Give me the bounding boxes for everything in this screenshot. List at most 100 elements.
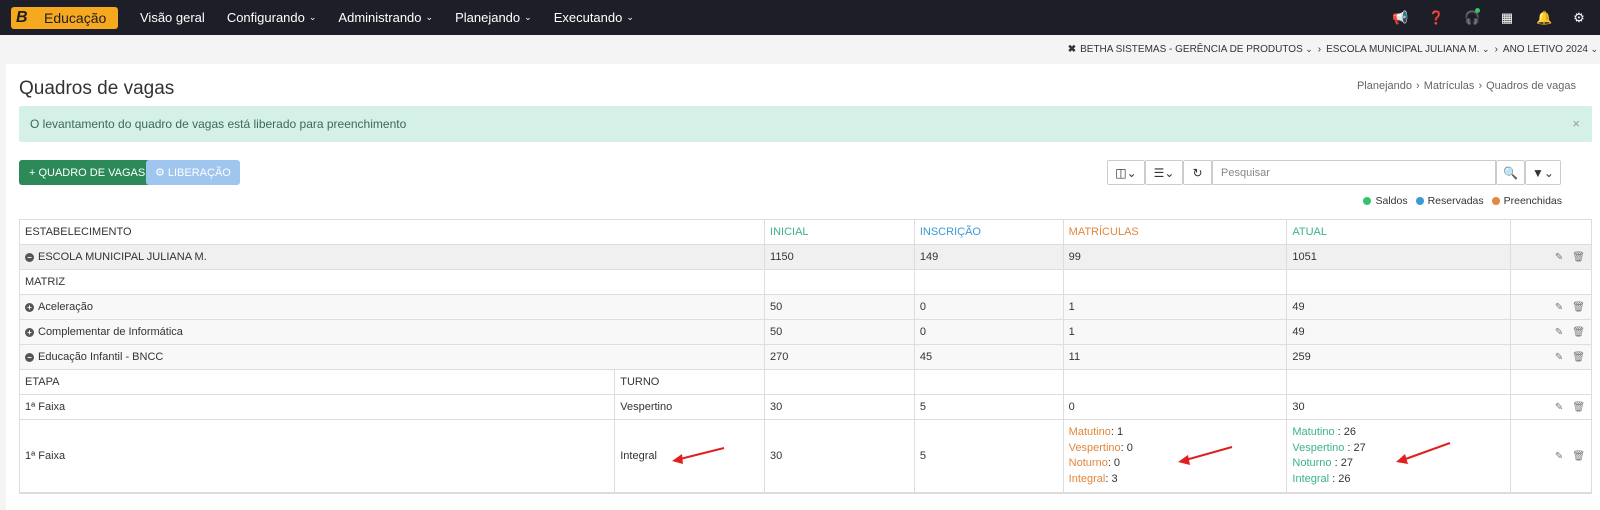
expand-icon[interactable]: + [25, 327, 34, 337]
table-row[interactable]: + Complementar de Informática 50 0 1 49 ✎… [20, 320, 1591, 345]
table-row-matriz-header: MATRIZ [20, 270, 1591, 295]
list-options-button[interactable]: ☰⌄ [1145, 160, 1183, 185]
trash-icon[interactable]: 🗑 [1572, 302, 1585, 313]
trash-icon[interactable]: 🗑 [1572, 352, 1585, 363]
cell-matriculas: 99 [1064, 245, 1288, 269]
context-entity[interactable]: BETHA SISTEMAS - GERÊNCIA DE PRODUTOS [1080, 44, 1303, 55]
context-bar: ✖ BETHA SISTEMAS - GERÊNCIA DE PRODUTOS … [0, 35, 1600, 63]
nav-planejando[interactable]: Planejando ⌄ [455, 10, 532, 25]
chevron-down-icon: ⌄ [308, 12, 317, 22]
search-button[interactable]: 🔍 [1496, 160, 1525, 185]
context-year[interactable]: ANO LETIVO 2024 [1503, 44, 1588, 55]
logo-letter: B [16, 8, 28, 26]
refresh-icon: ↻ [1192, 165, 1203, 180]
table-row[interactable]: + Aceleração 50 0 1 49 ✎ 🗑 [20, 295, 1591, 320]
shift-label: Integral [1068, 472, 1106, 485]
legend-dot-saldos [1363, 197, 1372, 205]
row-actions: ✎ 🗑 [1511, 420, 1591, 492]
expand-icon[interactable]: + [25, 302, 34, 312]
empty-cell [1511, 270, 1591, 294]
edit-icon[interactable]: ✎ [1555, 451, 1563, 462]
close-icon[interactable]: × [1572, 116, 1580, 131]
trash-icon[interactable]: 🗑 [1572, 327, 1585, 338]
separator-icon: › [1478, 80, 1483, 92]
shift-label: Vespertino [1292, 441, 1345, 454]
search-icon: 🔍 [1503, 165, 1518, 180]
context-school[interactable]: ESCOLA MUNICIPAL JULIANA M. [1326, 44, 1479, 55]
add-quadro-button[interactable]: + QUADRO DE VAGAS [19, 160, 156, 185]
trash-icon[interactable]: 🗑 [1572, 451, 1585, 462]
table-row[interactable]: − Educação Infantil - BNCC 270 45 11 259 … [20, 345, 1591, 370]
shift-value: : 3 [1105, 472, 1118, 485]
cell-matriculas: 11 [1064, 345, 1288, 369]
table-row-school[interactable]: − ESCOLA MUNICIPAL JULIANA M. 1150 149 99… [20, 245, 1591, 270]
breakdown-line: Vespertino: 0 [1069, 441, 1133, 457]
empty-cell [915, 370, 1064, 394]
apps-icon[interactable]: ▦ [1500, 10, 1514, 26]
columns-toggle-button[interactable]: ◫⌄ [1107, 160, 1145, 185]
app-logo[interactable]: B Educação [11, 6, 118, 29]
plus-icon: + [29, 166, 36, 179]
shift-value: : 26 [1334, 426, 1356, 438]
header-atual[interactable]: ATUAL [1287, 220, 1512, 244]
header-inscricao[interactable]: INSCRIÇÃO [915, 220, 1064, 244]
matriz-cell: + Aceleração [20, 295, 766, 319]
matriz-cell: − Educação Infantil - BNCC [20, 345, 766, 369]
table-row[interactable]: 1ª Faixa Vespertino 30 5 0 30 ✎ 🗑 [20, 395, 1591, 420]
button-label: QUADRO DE VAGAS [38, 166, 146, 179]
school-cell: − ESCOLA MUNICIPAL JULIANA M. [20, 245, 766, 269]
headset-icon[interactable]: 🎧 [1464, 7, 1480, 26]
header-estabelecimento[interactable]: ESTABELECIMENTO [20, 220, 766, 244]
search-input[interactable] [1212, 160, 1496, 185]
help-icon[interactable]: ❓ [1428, 10, 1444, 26]
columns-icon: ◫⌄ [1115, 165, 1137, 180]
megaphone-icon[interactable]: 📢 [1392, 10, 1408, 26]
nav-visao-geral[interactable]: Visão geral [140, 10, 205, 25]
shift-value: : 1 [1110, 426, 1124, 438]
edit-icon[interactable]: ✎ [1555, 352, 1563, 363]
shift-value: : 0 [1107, 457, 1121, 469]
gear-icon: ⚙ [155, 167, 165, 179]
trash-icon[interactable]: 🗑 [1572, 402, 1585, 413]
trash-icon[interactable]: 🗑 [1572, 252, 1585, 263]
refresh-button[interactable]: ↻ [1183, 160, 1212, 185]
row-actions: ✎ 🗑 [1511, 245, 1591, 269]
chevron-down-icon: ⌄ [524, 12, 532, 22]
empty-cell [765, 270, 915, 294]
release-button[interactable]: ⚙ LIBERAÇÃO [146, 160, 240, 185]
sub-table-header-row: ETAPA TURNO [20, 370, 1591, 395]
edit-icon[interactable]: ✎ [1555, 402, 1563, 413]
red-arrow-icon [1396, 442, 1451, 464]
collapse-icon[interactable]: − [25, 252, 34, 262]
bell-icon[interactable]: 🔔 [1536, 10, 1552, 26]
nav-executando[interactable]: Executando ⌄ [554, 10, 634, 25]
nav-configurando[interactable]: Configurando ⌄ [227, 10, 317, 25]
breadcrumb-item[interactable]: Planejando [1357, 80, 1412, 92]
list-icon: ☰⌄ [1153, 165, 1175, 180]
nav-label: Planejando [455, 10, 521, 25]
close-icon[interactable]: ✖ [1068, 44, 1076, 55]
cell-inicial: 30 [765, 395, 915, 419]
empty-cell [765, 370, 915, 394]
table-row[interactable]: 1ª Faixa Integral 30 5 Matutino: 1 Vespe… [20, 420, 1591, 493]
nav-administrando[interactable]: Administrando ⌄ [338, 10, 433, 25]
edit-icon[interactable]: ✎ [1555, 302, 1563, 313]
filter-button[interactable]: ▼⌄ [1525, 160, 1561, 185]
header-inicial[interactable]: INICIAL [765, 220, 915, 244]
collapse-icon[interactable]: − [25, 352, 34, 362]
edit-icon[interactable]: ✎ [1555, 252, 1563, 263]
edit-icon[interactable]: ✎ [1555, 327, 1563, 338]
breadcrumb-item[interactable]: Matrículas [1424, 80, 1475, 92]
header-turno[interactable]: TURNO [615, 370, 766, 394]
header-etapa[interactable]: ETAPA [20, 370, 616, 394]
separator-icon: › [1416, 80, 1420, 92]
red-arrow-icon [1178, 446, 1233, 465]
chevron-down-icon[interactable]: ⌄ [1303, 44, 1313, 55]
settings-icon[interactable]: ⚙ [1572, 10, 1586, 26]
chevron-down-icon[interactable]: ⌄ [1588, 44, 1598, 55]
empty-cell [1064, 270, 1288, 294]
chevron-down-icon[interactable]: ⌄ [1480, 44, 1490, 55]
matriz-name: Aceleração [38, 301, 94, 313]
chevron-down-icon: ⌄ [626, 12, 634, 22]
header-matriculas[interactable]: MATRÍCULAS [1064, 220, 1288, 244]
